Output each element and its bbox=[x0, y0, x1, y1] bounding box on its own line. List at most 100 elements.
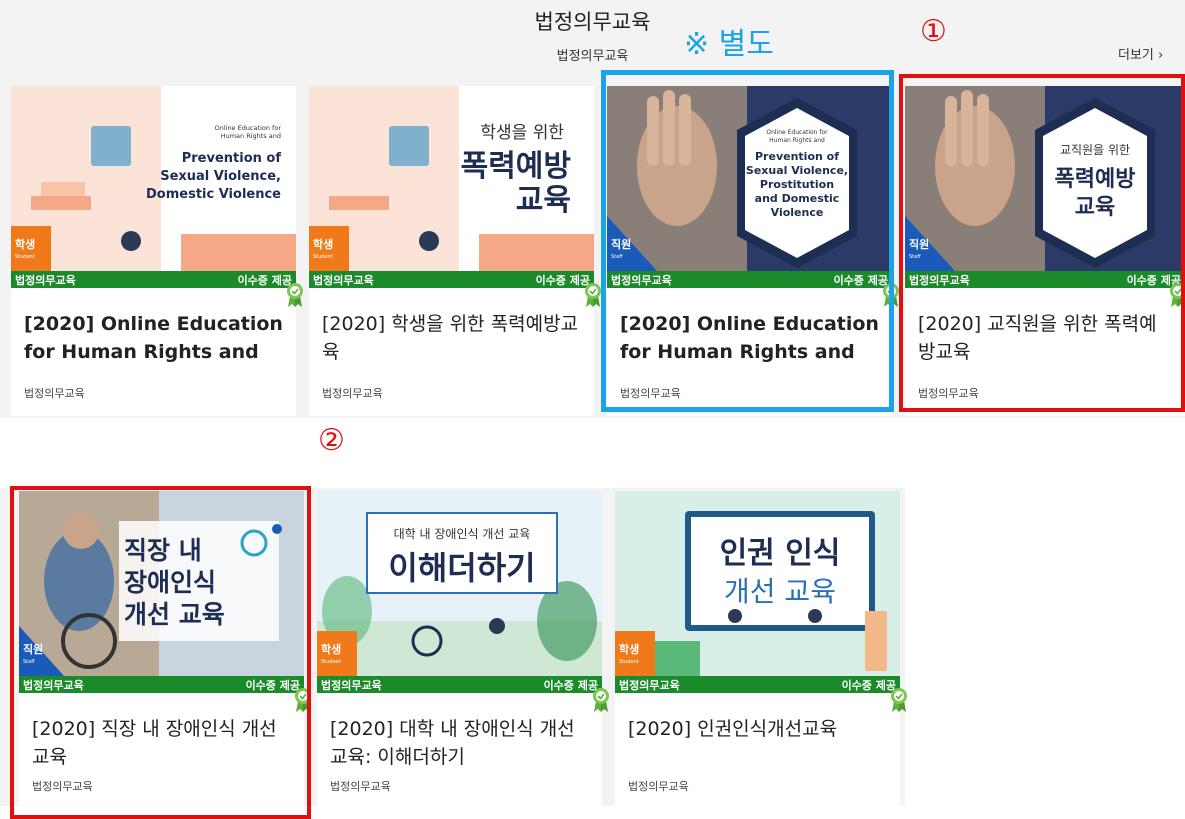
thumb-caption: Prevention of bbox=[182, 151, 282, 166]
audience-label: 직원 bbox=[909, 237, 929, 251]
category-bar: 법정의무교육 이수증 제공 bbox=[11, 271, 296, 288]
audience-label: 학생 bbox=[313, 237, 333, 251]
thumb-caption: Domestic Violence bbox=[146, 187, 281, 202]
category-bar-label: 법정의무교육 bbox=[611, 274, 672, 287]
annotation-number-2: ② bbox=[318, 423, 345, 458]
course-category: 법정의무교육 bbox=[322, 387, 383, 400]
thumb-caption: 개선 교육 bbox=[124, 600, 225, 629]
audience-label-en: Student bbox=[15, 254, 35, 260]
photo-image: 직원 Staff Online Education for Human Righ… bbox=[607, 86, 892, 271]
illustration-image: 학생 Student Online Education for Human Ri… bbox=[11, 86, 296, 271]
thumb-caption: and Domestic bbox=[755, 192, 840, 205]
illustration-image: 학생 Student 대학 내 장애인식 개선 교육 이해더하기 bbox=[317, 491, 602, 676]
category-bar: 법정의무교육 이수증 제공 bbox=[317, 676, 602, 693]
category-bar: 법정의무교육 이수증 제공 bbox=[309, 271, 594, 288]
certificate-label: 이수증 제공 bbox=[245, 679, 300, 692]
course-title[interactable]: [2020] Online Education for Human Rights… bbox=[24, 310, 284, 366]
thumb-caption: Sexual Violence, bbox=[746, 164, 848, 177]
course-title[interactable]: [2020] 직장 내 장애인식 개선교육 bbox=[32, 715, 292, 771]
course-title[interactable]: [2020] 인권인식개선교육 bbox=[628, 715, 888, 743]
thumb-caption: 교육 bbox=[1075, 195, 1115, 220]
category-bar-label: 법정의무교육 bbox=[909, 274, 970, 287]
thumb-caption: 인권 인식 bbox=[720, 536, 841, 571]
thumb-caption: Online Education for bbox=[766, 129, 828, 136]
thumb-caption: 폭력예방 bbox=[461, 149, 572, 184]
course-card[interactable]: 학생 Student 인권 인식 개선 교육 법정의무교육 이수증 제공 [20… bbox=[615, 491, 907, 806]
photo-image: 직원 Staff 교직원을 위한 폭력예방 교육 bbox=[905, 86, 1185, 271]
category-bar-label: 법정의무교육 bbox=[23, 679, 84, 692]
thumb-caption: 학생을 위한 bbox=[480, 123, 564, 143]
audience-label: 학생 bbox=[15, 237, 35, 251]
thumb-caption: Human Rights and bbox=[221, 132, 281, 140]
thumb-caption: Prostitution bbox=[760, 178, 834, 191]
category-bar: 법정의무교육 이수증 제공 bbox=[19, 676, 304, 693]
course-thumbnail: 학생 Student 인권 인식 개선 교육 bbox=[615, 491, 900, 676]
course-category: 법정의무교육 bbox=[32, 780, 93, 793]
annotation-separate: ※ 별도 bbox=[684, 27, 774, 62]
course-card[interactable]: 학생 Student Online Education for Human Ri… bbox=[11, 86, 303, 416]
course-title[interactable]: [2020] 교직원을 위한 폭력예방교육 bbox=[918, 310, 1173, 366]
thumb-caption: 직장 내 bbox=[124, 536, 202, 565]
annotation-number-1: ① bbox=[920, 14, 947, 49]
section-title: 법정의무교육 bbox=[534, 10, 651, 34]
audience-label: 직원 bbox=[611, 237, 631, 251]
thumb-caption: 교육 bbox=[516, 183, 571, 218]
category-bar-label: 법정의무교육 bbox=[15, 274, 76, 287]
audience-label: 학생 bbox=[619, 642, 639, 656]
category-bar-label: 법정의무교육 bbox=[321, 679, 382, 692]
thumb-caption: 폭력예방 bbox=[1055, 167, 1136, 192]
category-bar-label: 법정의무교육 bbox=[313, 274, 374, 287]
thumb-caption: Violence bbox=[771, 206, 824, 219]
audience-label-en: Staff bbox=[909, 254, 921, 260]
certificate-badge-icon bbox=[891, 688, 907, 712]
thumb-caption: Online Education for bbox=[215, 124, 282, 132]
audience-label-en: Student bbox=[321, 659, 341, 665]
illustration-image: 학생 Student 학생을 위한 폭력예방 교육 bbox=[309, 86, 594, 271]
section-subtitle: 법정의무교육 bbox=[556, 49, 629, 64]
course-title[interactable]: [2020] 대학 내 장애인식 개선교육: 이해더하기 bbox=[330, 715, 590, 771]
certificate-badge-icon bbox=[593, 688, 609, 712]
audience-label-en: Staff bbox=[23, 659, 35, 665]
certificate-label: 이수증 제공 bbox=[833, 274, 888, 287]
certificate-badge-icon bbox=[295, 688, 311, 712]
course-title[interactable]: [2020] Online Education for Human Rights… bbox=[620, 310, 880, 366]
course-category: 법정의무교육 bbox=[620, 387, 681, 400]
course-thumbnail: 학생 Student Online Education for Human Ri… bbox=[11, 86, 296, 271]
course-category: 법정의무교육 bbox=[330, 780, 391, 793]
course-category: 법정의무교육 bbox=[24, 387, 85, 400]
certificate-label: 이수증 제공 bbox=[543, 679, 598, 692]
audience-label-en: Student bbox=[619, 659, 639, 665]
certificate-label: 이수증 제공 bbox=[841, 679, 896, 692]
course-card[interactable]: 직원 Staff 직장 내 장애인식 개선 교육 법정의무교육 이수증 제공 [… bbox=[19, 491, 311, 806]
course-category: 법정의무교육 bbox=[628, 780, 689, 793]
certificate-badge-icon bbox=[287, 283, 303, 307]
audience-label-en: Student bbox=[313, 254, 333, 260]
course-card[interactable]: 직원 Staff Online Education for Human Righ… bbox=[607, 86, 899, 416]
thumb-caption: 개선 교육 bbox=[724, 575, 836, 608]
thumb-caption: 대학 내 장애인식 개선 교육 bbox=[394, 527, 531, 541]
course-thumbnail: 직원 Staff 교직원을 위한 폭력예방 교육 bbox=[905, 86, 1185, 271]
thumb-caption: 장애인식 bbox=[124, 568, 216, 597]
category-bar: 법정의무교육 이수증 제공 bbox=[905, 271, 1185, 288]
audience-label: 직원 bbox=[23, 642, 43, 656]
certificate-label: 이수증 제공 bbox=[535, 274, 590, 287]
certificate-badge-icon bbox=[883, 283, 899, 307]
thumb-caption: Sexual Violence, bbox=[160, 169, 281, 184]
category-bar-label: 법정의무교육 bbox=[619, 679, 680, 692]
certificate-badge-icon bbox=[585, 283, 601, 307]
thumb-caption: Human Rights and bbox=[769, 137, 825, 144]
course-card[interactable]: 학생 Student 대학 내 장애인식 개선 교육 이해더하기 법정의무교육 … bbox=[317, 491, 609, 806]
course-title[interactable]: [2020] 학생을 위한 폭력예방교육 bbox=[322, 310, 582, 366]
thumb-caption: 이해더하기 bbox=[388, 549, 535, 587]
category-bar: 법정의무교육 이수증 제공 bbox=[607, 271, 892, 288]
audience-label: 학생 bbox=[321, 642, 341, 656]
course-category: 법정의무교육 bbox=[918, 387, 979, 400]
certificate-label: 이수증 제공 bbox=[237, 274, 292, 287]
illustration-image: 학생 Student 인권 인식 개선 교육 bbox=[615, 491, 900, 676]
course-thumbnail: 직원 Staff Online Education for Human Righ… bbox=[607, 86, 892, 271]
course-card[interactable]: 직원 Staff 교직원을 위한 폭력예방 교육 법정의무교육 이수증 제공 [… bbox=[905, 86, 1185, 416]
more-link[interactable]: 더보기 › bbox=[1118, 44, 1163, 63]
course-thumbnail: 학생 Student 대학 내 장애인식 개선 교육 이해더하기 bbox=[317, 491, 602, 676]
thumb-caption: Prevention of bbox=[755, 150, 839, 163]
course-card[interactable]: 학생 Student 학생을 위한 폭력예방 교육 법정의무교육 이수증 제공 … bbox=[309, 86, 601, 416]
